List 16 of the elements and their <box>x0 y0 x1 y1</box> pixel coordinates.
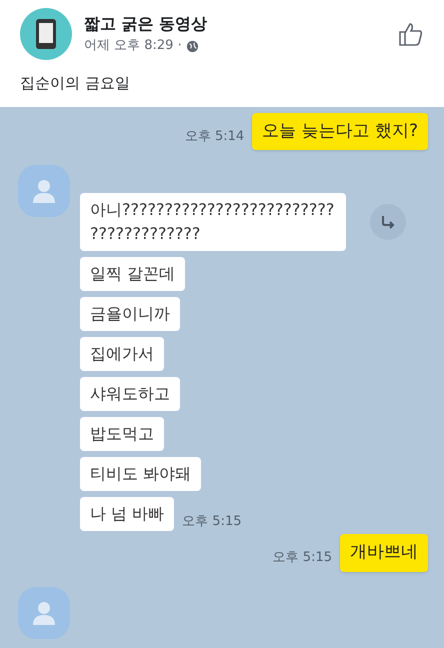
received-message-bubble: 샤워도하고 <box>80 377 180 411</box>
message-time: 오후 5:15 <box>182 512 242 530</box>
page-name: 짧고 굵은 동영상 <box>84 13 208 36</box>
received-message-bubble: 일찍 갈꼰데 <box>80 257 186 291</box>
received-message-bubble: 아니?????????????????????????????????????? <box>80 193 346 251</box>
received-message-bubble: 티비도 봐야돼 <box>80 457 202 491</box>
received-message-bubble: 집에가서 <box>80 337 164 371</box>
message-time: 오후 5:15 <box>272 549 332 567</box>
sent-message-bubble: 개바쁘네 <box>340 534 428 572</box>
sent-message-bubble: 오늘 늦는다고 했지? <box>252 112 428 150</box>
post-caption: 집순이의 금요일 <box>20 73 131 94</box>
received-message-bubble: 밥도먹고 <box>80 417 164 451</box>
received-message-bubble: 금욜이니까 <box>80 297 180 331</box>
post-time: 어제 오후 8:29 · <box>84 37 182 56</box>
received-message-bubble: 나 넘 바빠 <box>80 497 174 531</box>
message-time: 오후 5:14 <box>184 128 244 146</box>
